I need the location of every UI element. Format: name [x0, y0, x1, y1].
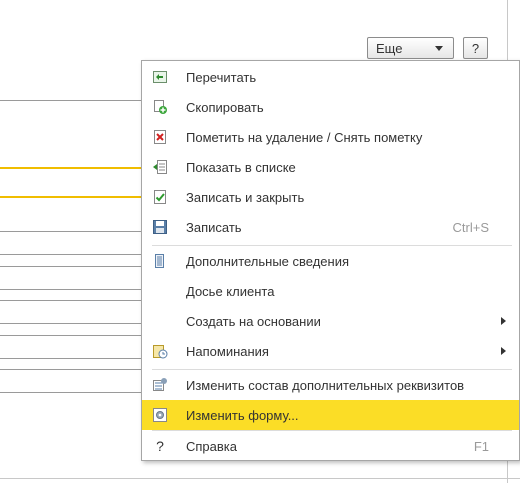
menu-item-reminders[interactable]: Напоминания [142, 336, 519, 366]
shortcut-label: Ctrl+S [452, 220, 489, 235]
form-field-line [0, 335, 141, 336]
form-field-line [0, 289, 141, 290]
menu-item-mark-delete[interactable]: Пометить на удаление / Снять пометку [142, 122, 519, 152]
chevron-down-icon [435, 46, 443, 51]
menu-item-label: Справка [186, 439, 237, 454]
form-field-line [0, 100, 141, 101]
show-in-list-icon [152, 159, 168, 175]
help-button[interactable]: ? [463, 37, 488, 59]
more-dropdown-menu: Перечитать Скопировать Пометить на удале… [141, 60, 520, 461]
menu-item-label: Показать в списке [186, 160, 296, 175]
form-field-line [0, 369, 141, 370]
submenu-arrow-icon [501, 317, 506, 325]
refresh-icon [152, 69, 168, 85]
menu-item-copy[interactable]: Скопировать [142, 92, 519, 122]
menu-item-label: Изменить форму... [186, 408, 299, 423]
form-field-line [0, 323, 141, 324]
form-field-line [0, 231, 141, 232]
form-field-line-active [0, 167, 141, 169]
delete-mark-icon [152, 129, 168, 145]
copy-icon [152, 99, 168, 115]
menu-item-create-based-on[interactable]: Создать на основании [142, 306, 519, 336]
menu-item-label: Перечитать [186, 70, 257, 85]
help-button-label: ? [471, 40, 480, 56]
menu-item-save[interactable]: Записать Ctrl+S [142, 212, 519, 242]
edit-attributes-icon [152, 377, 168, 393]
menu-item-edit-form[interactable]: Изменить форму... [142, 400, 519, 430]
more-button[interactable]: Еще [367, 37, 454, 59]
menu-item-save-close[interactable]: Записать и закрыть [142, 182, 519, 212]
shortcut-label: F1 [473, 439, 489, 454]
menu-item-label: Создать на основании [186, 314, 321, 329]
menu-item-label: Пометить на удаление / Снять пометку [186, 130, 423, 145]
menu-item-client-dossier[interactable]: Досье клиента [142, 276, 519, 306]
form-field-line [0, 392, 141, 393]
additional-info-icon [152, 253, 168, 269]
more-button-label: Еще [376, 40, 403, 56]
submenu-arrow-icon [501, 347, 506, 355]
menu-item-additional-info[interactable]: Дополнительные сведения [142, 246, 519, 276]
help-icon: ? [156, 438, 164, 454]
form-field-line [0, 300, 141, 301]
menu-item-label: Напоминания [186, 344, 269, 359]
menu-item-label: Записать и закрыть [186, 190, 305, 205]
form-field-line-active [0, 196, 141, 198]
menu-item-show-in-list[interactable]: Показать в списке [142, 152, 519, 182]
menu-item-help[interactable]: ? Справка F1 [142, 431, 519, 461]
form-settings-icon [152, 407, 168, 423]
menu-item-label: Досье клиента [186, 284, 275, 299]
reminder-icon [152, 343, 168, 359]
menu-item-label: Дополнительные сведения [186, 254, 350, 269]
form-bottom-line [0, 478, 520, 479]
form-field-line [0, 358, 141, 359]
save-close-icon [152, 189, 168, 205]
form-field-line [0, 254, 141, 255]
menu-item-label: Записать [186, 220, 242, 235]
save-icon [152, 219, 168, 235]
form-field-line [0, 266, 141, 267]
menu-item-edit-attributes[interactable]: Изменить состав дополнительных реквизито… [142, 370, 519, 400]
menu-item-label: Скопировать [186, 100, 264, 115]
menu-item-reread[interactable]: Перечитать [142, 62, 519, 92]
menu-item-label: Изменить состав дополнительных реквизито… [186, 378, 465, 393]
